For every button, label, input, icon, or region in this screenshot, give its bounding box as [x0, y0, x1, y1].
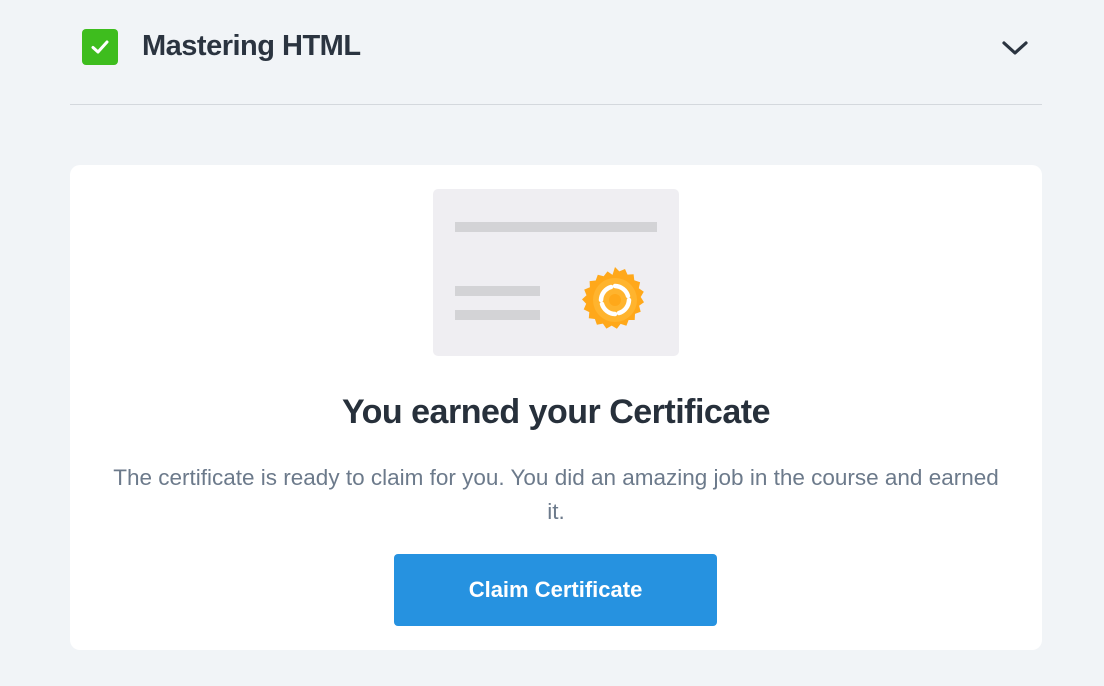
- claim-certificate-button[interactable]: Claim Certificate: [394, 554, 717, 626]
- chevron-down-icon[interactable]: [998, 34, 1032, 62]
- page: Mastering HTML You earned your Certifica…: [0, 0, 1104, 686]
- certificate-card: You earned your Certificate The certific…: [70, 165, 1042, 650]
- certificate-icon: [433, 189, 679, 356]
- seal-badge-icon: [582, 267, 644, 329]
- check-icon: [82, 29, 118, 65]
- certificate-line: [455, 222, 657, 232]
- certificate-line: [455, 310, 540, 320]
- course-section-header[interactable]: Mastering HTML: [70, 0, 1042, 105]
- certificate-description: The certificate is ready to claim for yo…: [113, 465, 999, 524]
- certificate-title: You earned your Certificate: [342, 393, 771, 431]
- certificate-line: [455, 286, 540, 296]
- section-title: Mastering HTML: [142, 30, 361, 62]
